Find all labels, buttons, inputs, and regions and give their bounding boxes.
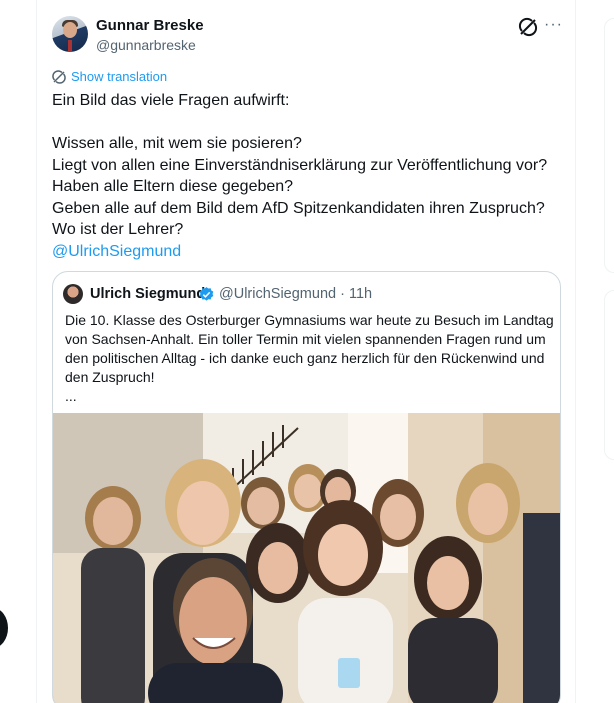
separator-dot: · [340, 286, 345, 302]
grok-icon[interactable] [518, 17, 538, 37]
verified-badge-icon [199, 287, 214, 301]
tweet-line: Ein Bild das viele Fragen aufwirft: [52, 92, 290, 109]
more-icon[interactable]: ··· [544, 16, 563, 34]
tweet-line: Liegt von allen eine Einverständniserklä… [52, 156, 548, 174]
sidebar-card [604, 290, 614, 460]
quote-line: Die 10. Klasse des Osterburger Gymnasium… [65, 312, 554, 328]
author-handle[interactable]: @gunnarbreske [96, 37, 196, 53]
quoted-tweet[interactable]: Ulrich Siegmund @UlrichSiegmund · 11h Di… [52, 271, 561, 703]
quote-time: 11h [348, 286, 373, 302]
author-avatar[interactable] [52, 16, 88, 52]
quote-author-name: Ulrich Siegmund [90, 286, 206, 302]
translate-icon [52, 69, 66, 84]
quote-line: den politischen Alltag - ich danke euch … [65, 350, 545, 366]
quote-text: Die 10. Klasse des Osterburger Gymnasium… [65, 311, 555, 406]
tweet-line: Haben alle Eltern diese gegeben? [52, 178, 294, 195]
tweet-text: Ein Bild das viele Fragen aufwirft: Wiss… [52, 90, 572, 262]
quote-author-handle: @UlrichSiegmund [219, 286, 337, 302]
tweet-line: Wissen alle, mit wem sie posieren? [52, 135, 302, 152]
nav-button[interactable] [0, 608, 8, 648]
show-translation-link[interactable]: Show translation [52, 69, 167, 84]
quote-line: von Sachsen-Anhalt. Ein toller Termin mi… [65, 331, 546, 347]
author-name[interactable]: Gunnar Breske [96, 17, 204, 34]
quote-handle-time: @UlrichSiegmund · 11h [219, 286, 372, 302]
tweet-photo[interactable] [53, 413, 560, 703]
quote-line: den Zuspruch! [65, 369, 155, 385]
tweet-line: Wo ist der Lehrer? [52, 221, 184, 238]
quote-line: ... [65, 388, 77, 404]
show-translation-label: Show translation [71, 69, 168, 84]
mention-link[interactable]: @UlrichSiegmund [52, 241, 572, 263]
sidebar-card [604, 18, 614, 273]
tweet-line: Geben alle auf dem Bild dem AfD Spitzenk… [52, 199, 545, 217]
quote-author-avatar [63, 284, 83, 304]
